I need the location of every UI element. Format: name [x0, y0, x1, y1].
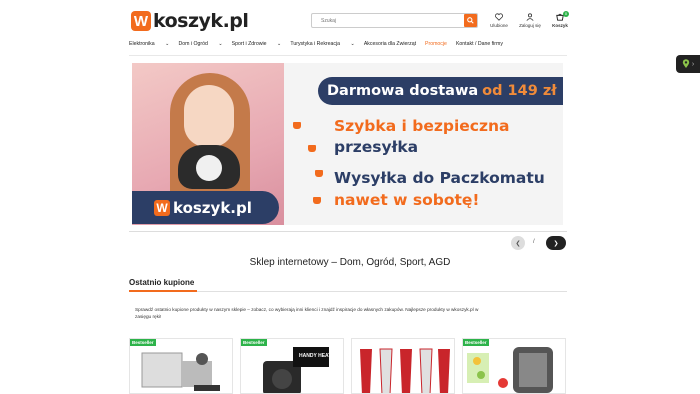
favorites-label: Ulubione [490, 23, 508, 28]
cart-count-badge: 0 [563, 11, 569, 17]
search-icon [467, 17, 474, 24]
product-card[interactable] [351, 338, 455, 394]
map-pin-icon [682, 59, 690, 68]
logo-badge: W [131, 11, 151, 31]
nav-divider [129, 55, 567, 56]
search-input[interactable] [311, 13, 478, 28]
nav-item-sport-zdrowie[interactable]: Sport i Zdrowie ⌄ [232, 41, 282, 47]
banner-logo: W koszyk.pl [132, 191, 279, 224]
bestseller-badge: Bestseller [463, 339, 489, 346]
product-image [263, 347, 329, 393]
banner-line-4: nawet w sobotę! [334, 191, 480, 209]
chevron-icon: › [691, 60, 695, 68]
login-label: Zaloguj się [519, 23, 541, 28]
nav-label: Dom i Ogród [178, 41, 208, 47]
product-card[interactable]: Bestseller HANDY HEATER [240, 338, 344, 394]
product-label: HANDY HEATER [299, 353, 339, 359]
main-nav: Elektronika ⌄ Dom i Ogród ⌄ Sport i Zdro… [129, 41, 512, 47]
free-shipping-banner: Darmowa dostawa od 149 zł [318, 77, 563, 105]
slider-next-button[interactable]: ❯ [546, 236, 566, 250]
banner-logo-text: koszyk.pl [173, 198, 252, 217]
user-icon [526, 13, 534, 21]
banner-line-1: Szybka i bezpieczna [334, 117, 510, 135]
bestseller-badge: Bestseller [241, 339, 267, 346]
side-widget[interactable]: › [676, 55, 700, 73]
recent-description: Sprawdź ostatnio kupione produkty w nasz… [135, 307, 479, 319]
free-shipping-threshold: od 149 zł [482, 83, 557, 99]
product-card[interactable]: Bestseller [462, 338, 566, 394]
nav-item-akcesoria[interactable]: Akcesoria dla Zwierząt [364, 41, 416, 47]
product-image [141, 352, 220, 391]
hero-banner[interactable]: Darmowa dostawa od 149 zł Szybka i bezpi… [132, 63, 563, 225]
free-shipping-text: Darmowa dostawa [327, 83, 479, 99]
nav-item-kontakt[interactable]: Kontakt / Dane firmy [456, 41, 503, 47]
basket-bullet-icon [313, 197, 321, 204]
basket-bullet-icon [315, 170, 323, 177]
chevron-right-icon: ❯ [553, 240, 559, 247]
site-tagline: Sklep internetowy – Dom, Ogród, Sport, A… [249, 257, 451, 268]
slider-prev-button[interactable]: ❮ [511, 236, 525, 250]
favorites-link[interactable]: Ulubione [482, 13, 516, 28]
cart-link[interactable]: Koszyk [543, 13, 577, 28]
banner-line-2: przesyłka [334, 138, 419, 156]
logo-text: koszyk.pl [153, 10, 249, 32]
slider-divider [129, 231, 567, 232]
basket-bullet-icon [293, 122, 301, 129]
chevron-left-icon: ❮ [515, 240, 521, 247]
section-underline [129, 290, 197, 292]
bestseller-badge: Bestseller [130, 339, 156, 346]
nav-label: Turystyka i Rekreacja [290, 41, 341, 47]
product-image [360, 348, 450, 393]
recent-section-title: Ostatnio kupione [129, 278, 195, 287]
basket-bullet-icon [308, 145, 316, 152]
nav-item-dom-ogrod[interactable]: Dom i Ogród ⌄ [178, 41, 222, 47]
slider-separator: / [533, 239, 535, 245]
heart-icon [495, 13, 503, 21]
nav-item-turystyka[interactable]: Turystyka i Rekreacja ⌄ [290, 41, 354, 47]
login-link[interactable]: Zaloguj się [513, 13, 547, 28]
nav-item-elektronika[interactable]: Elektronika ⌄ [129, 41, 169, 47]
nav-label: Elektronika [129, 41, 155, 47]
banner-line-3: Wysyłka do Paczkomatu [334, 169, 545, 187]
banner-logo-badge: W [154, 199, 170, 216]
site-logo[interactable]: W koszyk.pl [131, 10, 249, 32]
search-button[interactable] [464, 14, 477, 27]
nav-label: Sport i Zdrowie [231, 41, 267, 47]
product-image [467, 347, 553, 393]
nav-item-promocje[interactable]: Promocje [425, 41, 447, 47]
product-card[interactable]: Bestseller [129, 338, 233, 394]
cart-label: Koszyk [552, 23, 568, 28]
